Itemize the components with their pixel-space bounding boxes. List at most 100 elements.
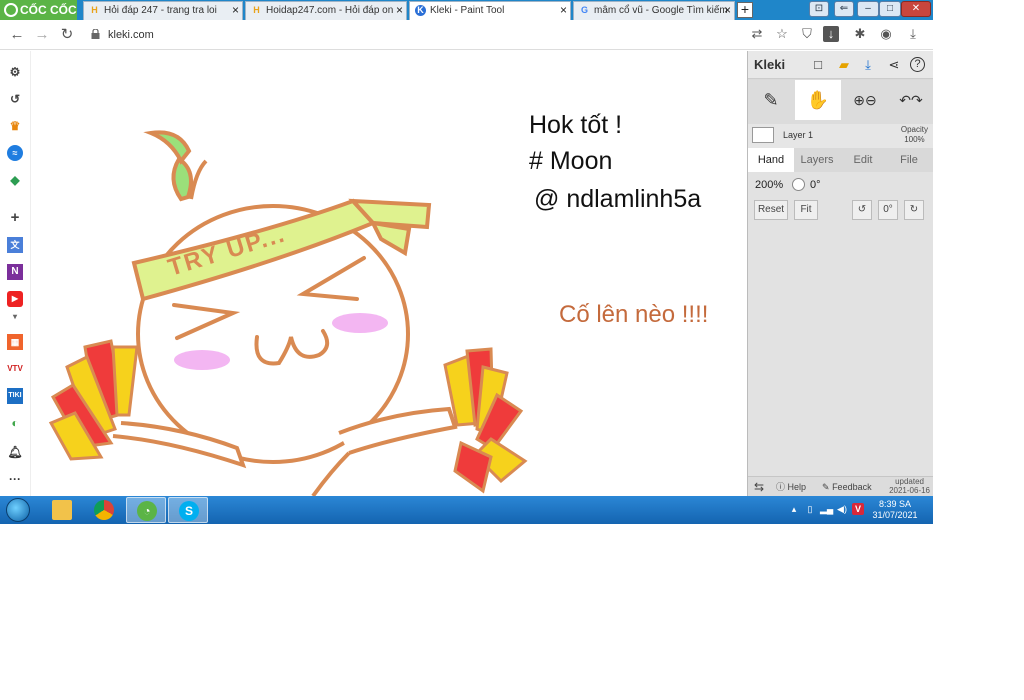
coccoc-taskbar-icon: ◔ <box>137 501 157 521</box>
tab-hand[interactable]: Hand <box>748 148 794 172</box>
rotate-right-icon[interactable]: ↻ <box>904 200 924 220</box>
taskbar-chrome[interactable] <box>84 497 124 523</box>
tab-hoidap-2[interactable]: H Hoidap247.com - Hỏi đáp on × <box>245 1 407 20</box>
kleki-logo[interactable]: Kleki <box>754 57 785 72</box>
rotation-angle: 0° <box>810 179 821 191</box>
translate-icon[interactable]: ⇄ <box>749 26 765 42</box>
close-tab-icon[interactable]: × <box>232 2 239 19</box>
tray-expand-icon[interactable]: ▴ <box>788 503 800 515</box>
close-tab-icon[interactable]: × <box>396 2 403 19</box>
kleki-panel: Kleki □ ▰ ⤓ ⋖ ? ✎ ✋ ⊕⊖ ↶↷ Layer 1 Opacit… <box>747 51 933 496</box>
chrome-icon <box>94 500 114 520</box>
tab-layers[interactable]: Layers <box>794 148 840 172</box>
taskbar-explorer[interactable] <box>42 497 82 523</box>
close-tab-icon[interactable]: × <box>560 2 567 19</box>
battery-icon[interactable]: ▯ <box>804 503 816 515</box>
start-button-icon[interactable] <box>6 498 30 522</box>
messenger-icon[interactable]: ≈ <box>7 145 23 161</box>
left-pompom <box>48 339 139 461</box>
reset-button[interactable]: Reset <box>754 200 788 220</box>
hoidap-favicon-icon: H <box>253 5 260 15</box>
shop-icon[interactable]: ▦ <box>7 334 23 350</box>
save-download-icon[interactable]: ⤓ <box>860 57 876 73</box>
close-tab-icon[interactable]: × <box>724 2 731 19</box>
account-icon[interactable]: ◉ <box>878 26 894 42</box>
settings-gear-icon[interactable]: ⚙ <box>7 64 23 80</box>
new-image-icon[interactable]: □ <box>810 57 826 73</box>
tab-file[interactable]: File <box>886 148 932 172</box>
taskbar-skype[interactable]: S <box>168 497 208 523</box>
game-icon[interactable]: ◆ <box>7 172 23 188</box>
minimize-button[interactable]: – <box>857 1 879 17</box>
rotation-compass-icon[interactable] <box>792 178 805 191</box>
share-icon[interactable]: ⋖ <box>886 57 902 73</box>
tiki-icon[interactable]: TIKI <box>7 388 23 404</box>
fit-button[interactable]: Fit <box>794 200 818 220</box>
onenote-icon[interactable]: N <box>7 264 23 280</box>
address-bar[interactable]: kleki.com <box>108 27 154 43</box>
open-folder-icon[interactable]: ▰ <box>836 57 852 73</box>
volume-icon[interactable]: ◀) <box>836 503 848 515</box>
close-window-button[interactable]: ✕ <box>901 1 931 17</box>
hoidap-favicon-icon: H <box>91 5 98 15</box>
bookmark-star-icon[interactable]: ☆ <box>774 26 790 42</box>
layer-thumbnail[interactable] <box>752 127 774 143</box>
shield-icon[interactable]: ⛉ <box>799 26 815 42</box>
undo-redo-icon[interactable]: ↶↷ <box>888 80 933 120</box>
reload-icon[interactable]: ↻ <box>57 25 77 45</box>
new-tab-button[interactable]: + <box>737 2 753 18</box>
downloads-icon[interactable]: ⤓ <box>905 26 921 42</box>
maximize-button[interactable]: □ <box>879 1 901 17</box>
clock-date: 31/07/2021 <box>872 510 918 520</box>
feedback-link[interactable]: ✎ Feedback <box>822 480 872 494</box>
layer-name: Layer 1 <box>783 130 814 140</box>
drawing-canvas[interactable]: TRY UP... Hok tốt ! # Moon @ ndlamlinh5a… <box>31 51 747 496</box>
chevron-down-icon[interactable]: ▾ <box>7 309 23 325</box>
taskbar-clock[interactable]: 8:39 SA 31/07/2021 <box>870 499 920 521</box>
opacity-value: 100% <box>904 135 925 144</box>
youtube-icon[interactable]: ▶ <box>7 291 23 307</box>
address-toolbar: ← → ↻ kleki.com ⇄ ☆ ⛉ ↓ ✱ ◉ ⤓ <box>0 20 933 50</box>
google-favicon-icon: G <box>580 5 588 15</box>
coccoc-menu-button[interactable]: CỐC CỐC <box>0 0 77 20</box>
add-sidebar-icon[interactable]: + <box>7 210 23 226</box>
hand-tool-icon[interactable]: ✋ <box>795 80 841 120</box>
tab-search-button[interactable]: ⊡ <box>809 1 829 17</box>
brush-tool-icon[interactable]: ✎ <box>748 80 794 120</box>
zoom-in-out-icon[interactable]: ⊕⊖ <box>842 80 888 120</box>
history-icon[interactable]: ↺ <box>7 91 23 107</box>
reset-rotation-button[interactable]: 0° <box>878 200 898 220</box>
forward-arrow-icon[interactable]: → <box>32 25 52 45</box>
swap-sides-icon[interactable]: ⇆ <box>754 480 764 494</box>
help-link[interactable]: ⓘ Help <box>776 480 806 494</box>
coccoc-app-icon[interactable]: ◐ <box>7 415 23 431</box>
more-icon[interactable]: ··· <box>7 471 23 487</box>
layer-opacity: Opacity 100% <box>901 125 928 145</box>
tab-hoidap-1[interactable]: H Hỏi đáp 247 - trang tra loi × <box>83 1 243 20</box>
translate-app-icon[interactable]: 文 <box>7 237 23 253</box>
zoom-level: 200% <box>755 179 784 191</box>
hand-tool-options: 200% 0° Reset Fit ↺ 0° ↻ <box>748 172 933 476</box>
crown-icon[interactable]: ♛ <box>7 118 23 134</box>
back-window-button[interactable]: ⇐ <box>834 1 854 17</box>
help-icon[interactable]: ? <box>910 57 925 72</box>
tab-edit[interactable]: Edit <box>840 148 886 172</box>
antivirus-icon[interactable]: V <box>852 503 864 515</box>
signal-icon[interactable]: ▂▄ <box>820 503 833 515</box>
kleki-header: Kleki □ ▰ ⤓ ⋖ ? <box>748 51 933 79</box>
sprout-leaves <box>143 130 208 202</box>
notification-bell-icon[interactable]: 🔔︎ <box>7 444 23 460</box>
windows-taskbar: ◔ S ▴ ▯ ▂▄ ◀) V 8:39 SA 31/07/2021 <box>0 496 933 524</box>
vtv-icon[interactable]: VTV <box>7 361 23 377</box>
taskbar-coccoc[interactable]: ◔ <box>126 497 166 523</box>
layer-preview[interactable]: Layer 1 Opacity 100% <box>748 124 933 148</box>
extensions-icon[interactable]: ✱ <box>852 26 868 42</box>
tab-google-search[interactable]: G mâm cổ vũ - Google Tìm kiếm × <box>573 1 735 20</box>
updated-label: updated <box>895 477 924 486</box>
tab-kleki[interactable]: K Kleki - Paint Tool × <box>409 1 571 20</box>
panel-tabs: Hand Layers Edit File <box>748 148 933 172</box>
right-pompom <box>443 347 528 494</box>
back-arrow-icon[interactable]: ← <box>7 25 27 45</box>
download-page-icon[interactable]: ↓ <box>823 26 839 42</box>
rotate-left-icon[interactable]: ↺ <box>852 200 872 220</box>
